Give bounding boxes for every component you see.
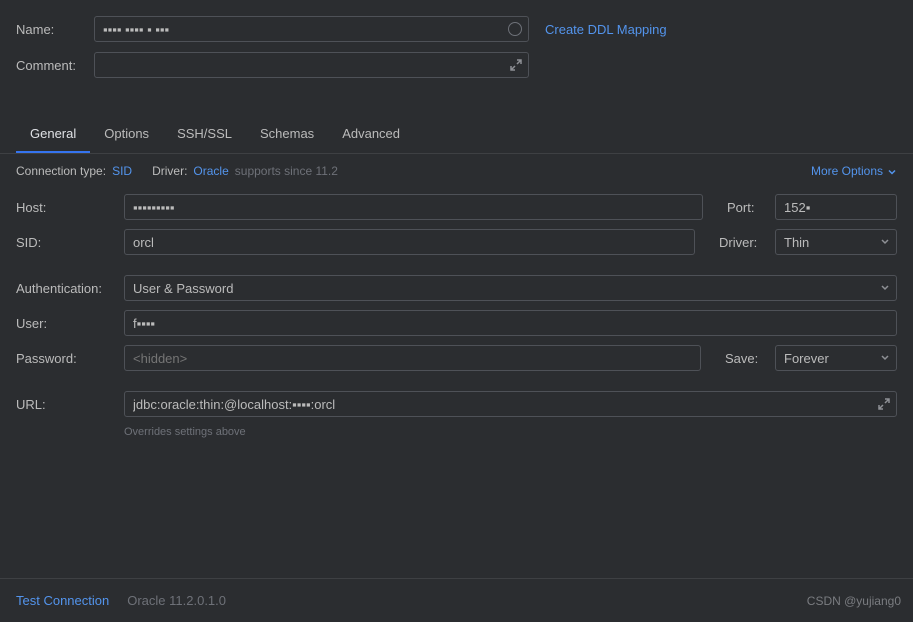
chevron-down-icon [887, 166, 897, 176]
tab-options[interactable]: Options [90, 116, 163, 153]
auth-select[interactable]: User & Password [124, 275, 897, 301]
footer: Test Connection Oracle 11.2.0.1.0 [0, 578, 913, 622]
tab-ssh-ssl[interactable]: SSH/SSL [163, 116, 246, 153]
info-bar: Connection type: SID Driver: Oracle supp… [0, 154, 913, 188]
host-label: Host: [16, 200, 116, 215]
sid-label: SID: [16, 235, 116, 250]
name-input[interactable] [94, 16, 529, 42]
url-hint: Overrides settings above [124, 426, 897, 438]
port-input[interactable] [775, 194, 897, 220]
url-input[interactable] [124, 391, 897, 417]
driver-note: supports since 11.2 [235, 164, 338, 178]
auth-label: Authentication: [16, 281, 116, 296]
host-input[interactable] [124, 194, 703, 220]
create-ddl-link[interactable]: Create DDL Mapping [545, 22, 667, 37]
password-input[interactable] [124, 345, 701, 371]
save-label: Save: [725, 351, 767, 366]
tab-schemas[interactable]: Schemas [246, 116, 328, 153]
port-label: Port: [727, 200, 767, 215]
user-label: User: [16, 316, 116, 331]
driver-info-label: Driver: [152, 164, 187, 178]
password-label: Password: [16, 351, 116, 366]
test-connection-link[interactable]: Test Connection [16, 593, 109, 608]
url-label: URL: [16, 397, 116, 412]
watermark: CSDN @yujiang0 [807, 594, 901, 608]
tabs-bar: General Options SSH/SSL Schemas Advanced [0, 116, 913, 154]
conn-type-link[interactable]: SID [112, 164, 132, 178]
save-select[interactable]: Forever [775, 345, 897, 371]
more-options-link[interactable]: More Options [811, 164, 897, 178]
sid-input[interactable] [124, 229, 695, 255]
driver-label: Driver: [719, 235, 767, 250]
driver-info-link[interactable]: Oracle [193, 164, 228, 178]
user-input[interactable] [124, 310, 897, 336]
db-version: Oracle 11.2.0.1.0 [127, 593, 226, 608]
expand-icon[interactable] [510, 59, 522, 71]
comment-input[interactable] [94, 52, 529, 78]
tab-general[interactable]: General [16, 116, 90, 153]
comment-label: Comment: [16, 58, 86, 73]
color-circle-icon[interactable] [508, 22, 522, 36]
tab-advanced[interactable]: Advanced [328, 116, 414, 153]
expand-icon[interactable] [878, 398, 890, 410]
conn-type-label: Connection type: [16, 164, 106, 178]
driver-select[interactable]: Thin [775, 229, 897, 255]
name-label: Name: [16, 22, 86, 37]
